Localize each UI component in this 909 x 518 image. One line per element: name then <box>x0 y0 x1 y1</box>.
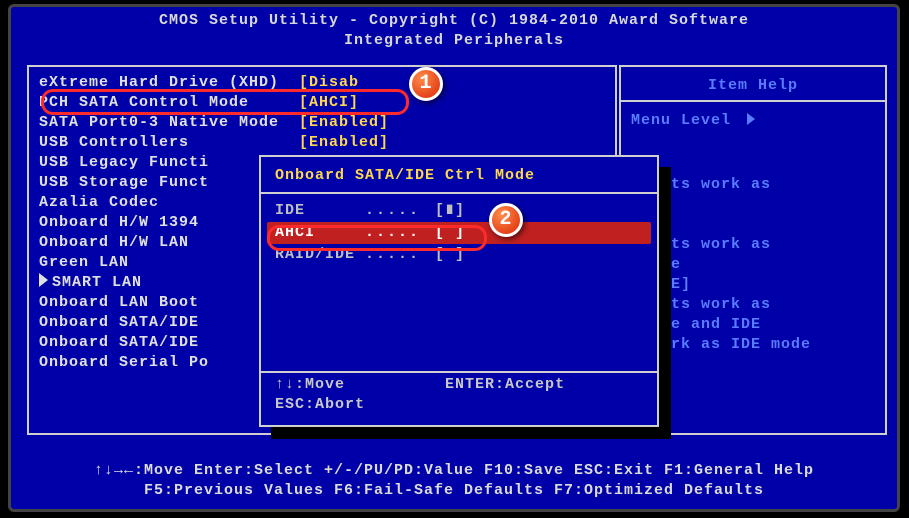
setting-value: [Disab <box>299 73 359 93</box>
chevron-right-icon <box>747 113 755 125</box>
help-line: A ports work as <box>621 295 891 315</box>
header-line2: Integrated Peripherals <box>11 31 897 51</box>
popup-sata-ctrl-mode: Onboard SATA/IDE Ctrl Mode IDE ..... [∎]… <box>259 155 659 427</box>
help-title: Item Help <box>621 67 885 100</box>
cursor-icon <box>39 273 48 287</box>
setting-row[interactable]: eXtreme Hard Drive (XHD)[Disab <box>29 73 615 93</box>
option-label: IDE <box>275 201 365 221</box>
dots: ..... <box>365 223 435 243</box>
setting-value: [AHCI] <box>299 93 359 113</box>
option-label: AHCI <box>275 223 365 243</box>
bios-screen: CMOS Setup Utility - Copyright (C) 1984-… <box>8 4 900 512</box>
setting-label: SATA Port0-3 Native Mode <box>39 113 299 133</box>
setting-label: eXtreme Hard Drive (XHD) <box>39 73 299 93</box>
setting-row[interactable]: PCH SATA Control Mode[AHCI] <box>29 93 615 113</box>
help-line: ID/IDE] <box>621 275 891 295</box>
option-label: RAID/IDE <box>275 245 365 265</box>
popup-title: Onboard SATA/IDE Ctrl Mode <box>261 157 657 192</box>
help-line: ts work as IDE mode <box>621 335 891 355</box>
help-line: A ports work as <box>621 175 891 195</box>
footer-line1: ↑↓→←:Move Enter:Select +/-/PU/PD:Value F… <box>21 461 887 481</box>
option-mark: [ ] <box>435 223 475 243</box>
dots: ..... <box>365 201 435 221</box>
help-line: D mode and IDE <box>621 315 891 335</box>
setting-row[interactable]: SATA Port0-3 Native Mode[Enabled] <box>29 113 615 133</box>
popup-option-raid-ide[interactable]: RAID/IDE ..... [ ] <box>261 244 657 266</box>
footer-line2: F5:Previous Values F6:Fail-Safe Defaults… <box>21 481 887 501</box>
setting-label: USB Controllers <box>39 133 299 153</box>
help-line: CI] <box>621 215 891 235</box>
hint-accept: ENTER:Accept <box>445 376 565 393</box>
popup-option-ide[interactable]: IDE ..... [∎] <box>261 200 657 222</box>
popup-option-ahci[interactable]: AHCI ..... [ ] <box>267 222 651 244</box>
setting-row[interactable]: USB Controllers[Enabled] <box>29 133 615 153</box>
help-body: E] A ports work as mode CI] A ports work… <box>621 155 891 355</box>
footer-legend: ↑↓→←:Move Enter:Select +/-/PU/PD:Value F… <box>21 461 887 501</box>
hint-move: ↑↓:Move <box>275 376 345 393</box>
menu-level-label: Menu Level <box>631 112 731 129</box>
setting-label: PCH SATA Control Mode <box>39 93 299 113</box>
option-mark: [ ] <box>435 245 475 265</box>
divider <box>621 100 885 102</box>
popup-footer: ↑↓:Move ENTER:Accept ESC:Abort <box>261 369 657 425</box>
header-line1: CMOS Setup Utility - Copyright (C) 1984-… <box>11 11 897 31</box>
setting-value: [Enabled] <box>299 133 389 153</box>
option-mark: [∎] <box>435 201 475 221</box>
dots: ..... <box>365 245 435 265</box>
help-line: mode <box>621 195 891 215</box>
setting-value: [Enabled] <box>299 113 389 133</box>
hint-abort: ESC:Abort <box>275 396 365 413</box>
help-line: A ports work as <box>621 235 891 255</box>
menu-level: Menu Level <box>621 110 885 131</box>
header: CMOS Setup Utility - Copyright (C) 1984-… <box>11 7 897 51</box>
help-line: I mode <box>621 255 891 275</box>
help-line: E] <box>621 155 891 175</box>
